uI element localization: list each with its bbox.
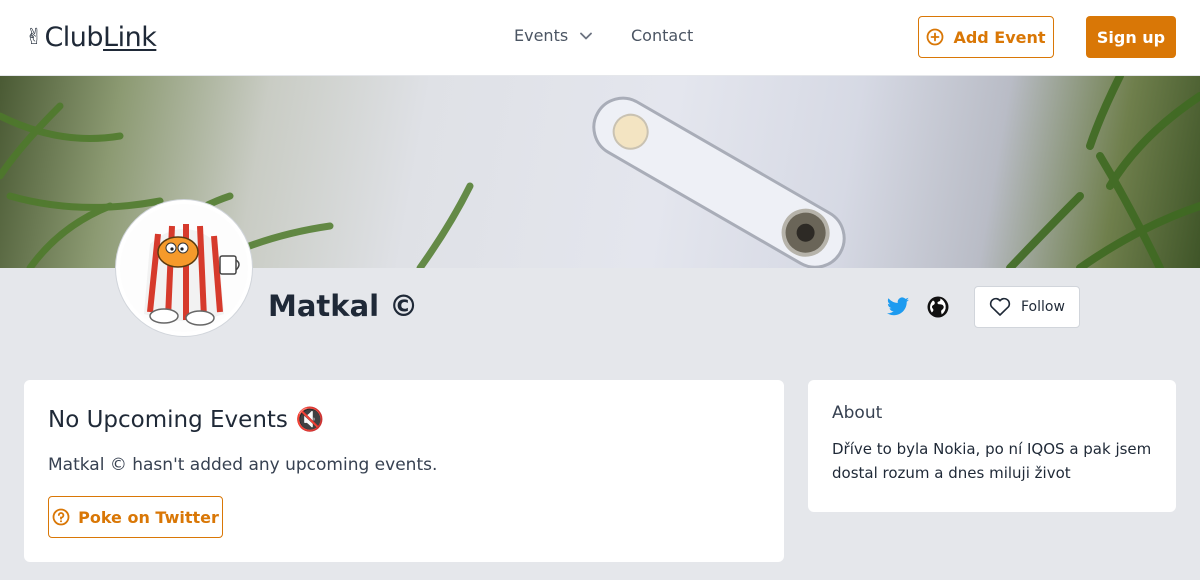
nav-contact-link[interactable]: Contact	[631, 26, 693, 45]
about-card: About Dříve to byla Nokia, po ní IQOS a …	[808, 380, 1176, 512]
heart-icon	[989, 297, 1011, 316]
nav-events-dropdown[interactable]: Events	[514, 26, 593, 45]
poke-on-twitter-button[interactable]: Poke on Twitter	[48, 496, 223, 538]
nav-events-label: Events	[514, 26, 569, 45]
follow-label: Follow	[1021, 299, 1065, 315]
add-event-label: Add Event	[953, 27, 1046, 47]
profile-name: Matkal ©	[268, 289, 419, 323]
about-title: About	[832, 403, 883, 423]
question-circle-icon	[52, 508, 70, 526]
garfield-avatar-image	[120, 204, 248, 332]
site-header: ✌ ClubLink Events Contact Add Event Sign…	[0, 0, 1200, 76]
logo-wordmark: ClubLink	[44, 21, 156, 55]
logo-suffix: Link	[103, 22, 157, 53]
muted-speaker-icon: 🔇	[295, 407, 325, 433]
poke-label: Poke on Twitter	[78, 507, 219, 527]
plus-circle-icon	[927, 28, 944, 46]
twitter-icon[interactable]	[886, 295, 910, 319]
no-events-message: Matkal © hasn't added any upcoming event…	[48, 455, 438, 475]
events-card-title: No Upcoming Events 🔇	[48, 404, 325, 436]
add-event-button[interactable]: Add Event	[918, 16, 1054, 58]
peace-hand-icon: ✌	[25, 25, 44, 50]
sign-up-button[interactable]: Sign up	[1086, 16, 1176, 58]
profile-avatar	[116, 200, 252, 336]
events-title-text: No Upcoming Events	[48, 407, 288, 433]
about-text: Dříve to byla Nokia, po ní IQOS a pak js…	[832, 440, 1152, 482]
logo-prefix: Club	[44, 22, 104, 53]
follow-button[interactable]: Follow	[974, 286, 1080, 328]
clublink-logo[interactable]: ✌ ClubLink	[25, 21, 157, 55]
chevron-down-icon	[580, 32, 593, 39]
upcoming-events-card: No Upcoming Events 🔇 Matkal © hasn't add…	[24, 380, 784, 562]
globe-icon[interactable]	[926, 295, 950, 319]
